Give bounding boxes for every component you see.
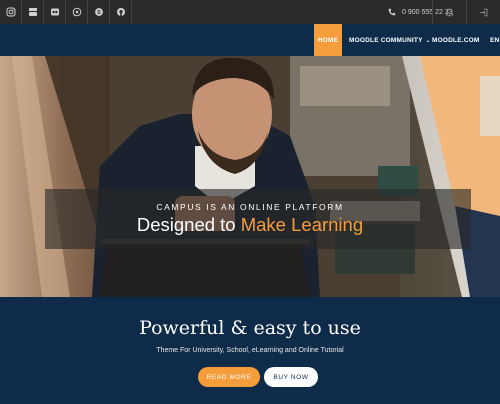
main-nav: HOME MOODLE COMMUNITY ⌄ MOODLE.COM EN [0,24,500,56]
svg-text:S: S [97,10,101,16]
nav-moodle-community-label: MOODLE COMMUNITY [349,36,423,44]
login-button[interactable] [466,0,500,24]
nav-language[interactable]: EN [490,24,499,56]
read-more-button[interactable]: READ MORE [198,367,260,387]
hero-tagline: CAMPUS IS AN ONLINE PLATFORM [156,202,344,212]
nav-moodle-community[interactable]: MOODLE COMMUNITY ⌄ [349,24,431,56]
intro-section: Powerful & easy to use Theme For Univers… [0,297,500,404]
github-icon[interactable] [110,0,132,24]
nav-moodle-com[interactable]: MOODLE.COM [432,24,480,56]
notifications-button[interactable] [432,0,466,24]
section-title: Powerful & easy to use [139,317,361,339]
phone-icon [388,8,396,16]
hero-headline: Designed to Make Learning [0,214,500,236]
whatsapp-icon[interactable] [66,0,88,24]
hero-headline-accent: Make Learning [240,214,364,235]
login-icon [480,8,488,16]
social-links: S [0,0,132,24]
instagram-icon[interactable] [0,0,22,24]
nav-home[interactable]: HOME [314,24,342,56]
youtube-icon[interactable] [22,0,44,24]
hero-headline-prefix: Designed to [136,214,236,235]
top-bar: S 0 900 555 22 33 [0,0,500,24]
top-actions [432,0,500,24]
flickr-icon[interactable] [44,0,66,24]
hero-image [0,56,500,297]
buy-now-button[interactable]: BUY NOW [264,367,318,387]
bell-icon [445,8,454,17]
section-subtitle: Theme For University, School, eLearning … [156,347,344,354]
skype-icon[interactable]: S [88,0,110,24]
hero-slider: CAMPUS IS AN ONLINE PLATFORM Designed to… [0,56,500,297]
chevron-down-icon: ⌄ [425,37,431,44]
